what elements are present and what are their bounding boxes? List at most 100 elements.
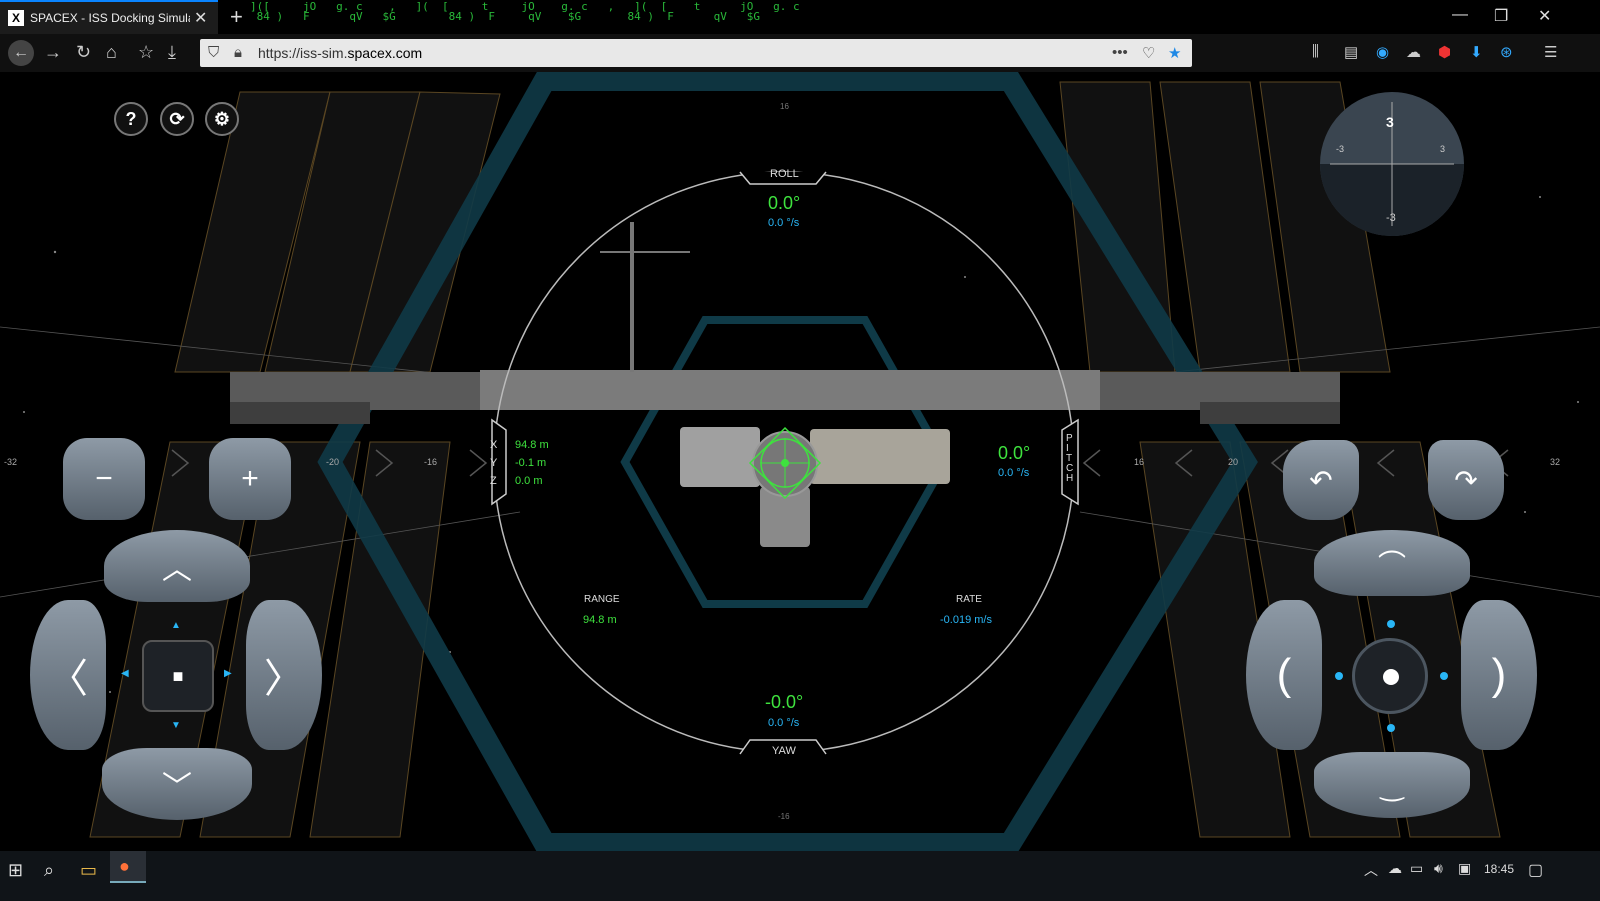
attitude-ball-left-label: -3 xyxy=(1336,144,1345,154)
extension-icon[interactable]: ◉ xyxy=(1376,43,1389,61)
iss-docking-scene: 3 -3 3 -3 ? ⟳ ⚙ -32 -20 -16 16 20 32 16 … xyxy=(0,72,1600,851)
rotate-ccw-icon: ↶ xyxy=(1309,464,1333,496)
roll-rate: 0.0 °/s xyxy=(768,217,800,229)
back-arrow-icon[interactable]: ← xyxy=(8,40,34,66)
bookmark-star-icon[interactable]: ☆ xyxy=(138,42,154,63)
indicator-dot-icon xyxy=(1387,724,1395,732)
new-tab-button[interactable]: + xyxy=(230,4,243,30)
shield-icon[interactable]: ⛉ xyxy=(208,44,219,61)
pitch-up-button[interactable]: ⌒ xyxy=(1314,530,1470,596)
action-center-icon[interactable]: ▢ xyxy=(1528,860,1543,880)
paren-right-icon: ) xyxy=(1491,650,1507,699)
hamburger-icon[interactable]: ☰ xyxy=(1544,43,1557,61)
scale-label: -16 xyxy=(424,457,438,467)
scale-label: -32 xyxy=(4,457,18,467)
yaw-label: YAW xyxy=(772,745,796,757)
firefox-icon: ● xyxy=(119,856,130,876)
minimize-icon[interactable]: — xyxy=(1452,6,1468,24)
scale-label: 20 xyxy=(1228,457,1239,467)
indicator-dot-icon xyxy=(1335,672,1343,680)
yaw-value: -0.0° xyxy=(765,692,804,712)
extension-icon[interactable]: ☁ xyxy=(1406,43,1421,61)
translate-forward-button[interactable]: + xyxy=(209,438,291,520)
search-icon[interactable]: ⌕ xyxy=(44,860,54,881)
extension-icon[interactable]: ⬇ xyxy=(1470,43,1483,61)
scale-label: 32 xyxy=(1550,457,1561,467)
sidebar-icon[interactable]: ▤ xyxy=(1344,43,1358,61)
translate-backward-button[interactable]: − xyxy=(63,438,145,520)
tab-close-icon[interactable]: ✕ xyxy=(194,8,207,28)
home-icon[interactable]: ⌂ xyxy=(106,42,117,63)
help-button[interactable]: ? xyxy=(114,102,148,136)
x-label: X xyxy=(490,439,498,451)
url-text[interactable]: https://iss-sim.spacex.com xyxy=(258,45,422,61)
roll-left-button[interactable]: ↶ xyxy=(1283,440,1359,520)
indicator-dot-icon xyxy=(1440,672,1448,680)
settings-button[interactable]: ⚙ xyxy=(205,102,239,136)
range-value: 94.8 m xyxy=(583,614,617,626)
attitude-ball-top-label: 3 xyxy=(1386,114,1394,130)
volume-icon[interactable]: 🔊︎ xyxy=(1434,860,1443,877)
arc-up-icon: ⌒ xyxy=(1377,549,1406,580)
url-bar[interactable]: ⛉ 🔒︎ https://iss-sim.spacex.com ••• ♡ ★ xyxy=(200,39,1192,67)
browser-tab-active[interactable]: X SPACEX - ISS Docking Simulator ✕ xyxy=(0,0,218,34)
roll-right-button[interactable]: ↷ xyxy=(1428,440,1504,520)
paren-left-icon: ( xyxy=(1276,650,1292,699)
arrow-left-indicator-icon: ◀ xyxy=(121,668,129,679)
y-value: -0.1 m xyxy=(515,457,547,469)
stop-translation-button[interactable]: ■ xyxy=(142,640,214,712)
file-explorer-icon[interactable]: ▭ xyxy=(80,860,97,881)
chevron-down-icon: ﹀ xyxy=(162,771,192,804)
chevron-left-icon: 〈 xyxy=(48,657,88,701)
translate-left-button[interactable]: 〈 xyxy=(30,600,106,750)
onedrive-icon[interactable]: ☁ xyxy=(1388,860,1402,877)
lock-icon[interactable]: 🔒︎ xyxy=(234,44,242,61)
z-label: Z xyxy=(490,475,497,487)
show-hidden-icons-icon[interactable]: ︿ xyxy=(1364,860,1378,880)
network-icon[interactable]: ▣ xyxy=(1458,860,1471,877)
yaw-left-button[interactable]: ( xyxy=(1246,600,1322,750)
extension-icon[interactable]: ⊛ xyxy=(1500,43,1513,61)
rotate-cw-icon: ↷ xyxy=(1454,464,1478,496)
firefox-taskbar-button[interactable]: ● xyxy=(110,851,146,883)
pitch-label: PITCH xyxy=(1066,433,1074,484)
pocket-icon[interactable]: ♡ xyxy=(1142,44,1155,62)
battery-icon[interactable]: ▭ xyxy=(1410,860,1423,877)
translate-up-button[interactable]: ︿ xyxy=(104,530,250,602)
page-actions-icon[interactable]: ••• xyxy=(1112,44,1128,61)
browser-tab-bar: ]([ jO g. c , ]( [ t jO g. c , ]( [ t jO… xyxy=(0,0,1600,34)
library-icon[interactable]: ⫼ xyxy=(1312,43,1319,60)
yaw-right-button[interactable]: ) xyxy=(1461,600,1537,750)
attitude-ball-right-label: 3 xyxy=(1440,144,1446,154)
tab-title: SPACEX - ISS Docking Simulator xyxy=(30,11,190,25)
reset-icon: ⟳ xyxy=(169,108,185,129)
y-label: Y xyxy=(490,457,498,469)
roll-value: 0.0° xyxy=(768,193,801,213)
reload-icon[interactable]: ↻ xyxy=(76,42,91,63)
scale-label: -16 xyxy=(778,812,790,821)
pitch-value: 0.0° xyxy=(998,443,1031,463)
pitch-rate: 0.0 °/s xyxy=(998,467,1030,479)
windows-start-icon[interactable]: ⊞ xyxy=(8,860,23,881)
download-icon[interactable]: ⤓ xyxy=(168,42,176,63)
rate-label: RATE xyxy=(956,594,982,605)
translate-right-button[interactable]: 〉 xyxy=(246,600,322,750)
restore-icon[interactable]: ❐ xyxy=(1494,6,1508,26)
range-label: RANGE xyxy=(584,594,620,605)
chevron-right-icon: 〉 xyxy=(264,657,304,701)
ublock-icon[interactable]: ⬢ xyxy=(1438,43,1451,61)
clock-time[interactable]: 18:45 xyxy=(1484,862,1514,876)
center-dot-icon xyxy=(1383,669,1399,685)
arc-down-icon: ‿ xyxy=(1380,769,1404,801)
forward-arrow-icon[interactable]: → xyxy=(44,42,62,63)
reset-button[interactable]: ⟳ xyxy=(160,102,194,136)
attitude-ball-bottom-label: -3 xyxy=(1386,212,1396,224)
roll-label: ROLL xyxy=(770,168,799,180)
translate-down-button[interactable]: ﹀ xyxy=(102,748,252,820)
indicator-dot-icon xyxy=(1387,620,1395,628)
scale-label: 16 xyxy=(1134,457,1145,467)
matrix-background-decoration: ]([ jO g. c , ]( [ t jO g. c , ]( [ t jO… xyxy=(250,0,800,23)
close-window-icon[interactable]: ✕ xyxy=(1538,6,1551,26)
bookmarked-star-icon[interactable]: ★ xyxy=(1168,44,1181,62)
pitch-down-button[interactable]: ‿ xyxy=(1314,752,1470,818)
